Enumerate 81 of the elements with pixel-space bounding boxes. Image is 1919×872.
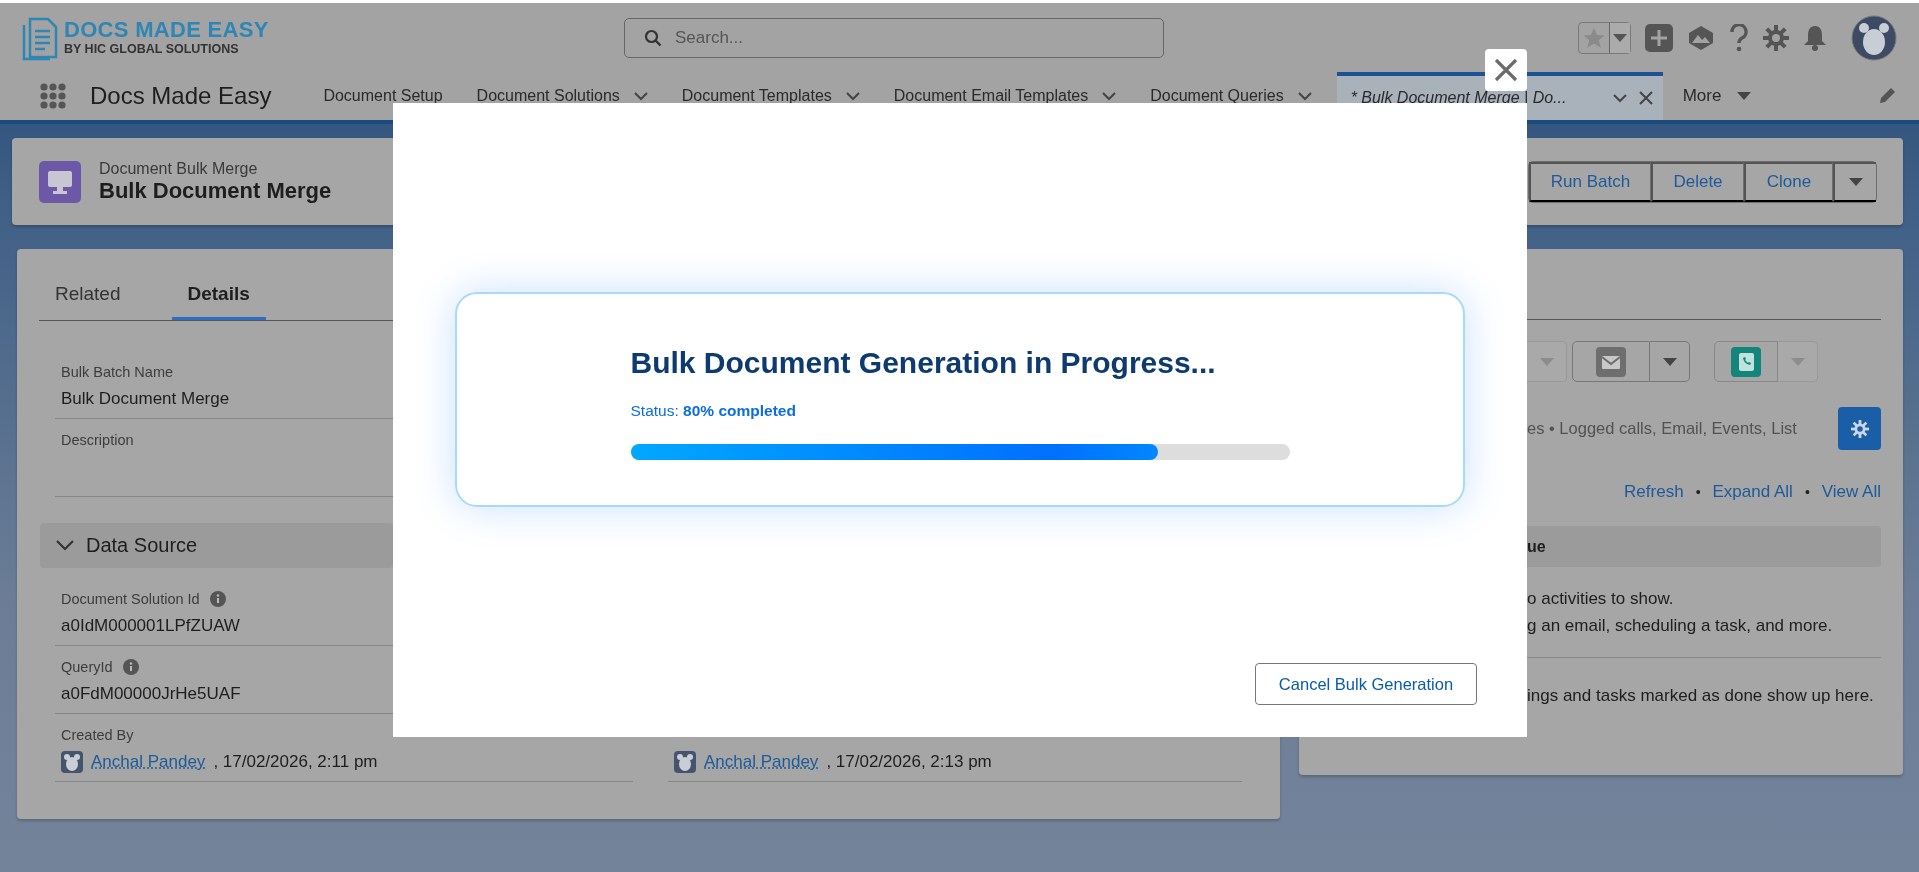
action-button[interactable]: Clone — [1744, 161, 1833, 202]
search-field[interactable]: Search... — [624, 17, 1164, 58]
link[interactable]: Expand All — [1712, 482, 1793, 502]
cancel-button[interactable]: Cancel Bulk Generation — [1255, 663, 1477, 705]
field-value: a0FdM00000JrHe5UAF — [61, 683, 242, 705]
separator-dot: • — [1695, 484, 1701, 500]
empty-message: g an email, scheduling a task, and more. — [1527, 615, 1834, 637]
section-header[interactable]: Data Source — [40, 523, 393, 568]
past-activity-text: ings and tasks marked as done show up here. — [1527, 686, 1875, 706]
user-link[interactable]: Anchal Pandey — [704, 749, 819, 775]
field-label: Description — [61, 431, 134, 450]
caret-icon — [1613, 33, 1627, 42]
more-menu[interactable]: More — [1666, 72, 1768, 120]
add-icon[interactable] — [1645, 23, 1673, 52]
action-button[interactable]: Run Batch — [1529, 161, 1651, 202]
caret-icon — [1539, 357, 1554, 366]
more-actions-button[interactable] — [1833, 161, 1876, 202]
logo-subtitle: BY HIC GLOBAL SOLUTIONS — [64, 43, 240, 56]
tab[interactable]: Related — [39, 275, 137, 317]
dropdown-button[interactable] — [1650, 341, 1690, 382]
field-value: Bulk Document Merge — [61, 388, 231, 410]
avatar-icon — [61, 751, 83, 773]
link[interactable]: Refresh — [1624, 482, 1684, 502]
search-icon — [644, 28, 662, 47]
pencil-icon[interactable] — [1877, 86, 1897, 106]
nav-tab[interactable]: Document Setup — [308, 72, 458, 120]
chevron-icon[interactable] — [633, 91, 648, 101]
date-text: , 17/02/2026, 2:11 pm — [213, 751, 378, 773]
caret-icon — [1737, 92, 1752, 100]
field-label: QueryId — [61, 658, 113, 677]
field-label: Document Solution Id — [61, 590, 200, 609]
separator-dot: • — [1804, 484, 1810, 500]
nav-tab[interactable]: Document Email Templates — [878, 72, 1132, 120]
app-name: Docs Made Easy — [90, 82, 272, 110]
avatar-icon — [674, 751, 696, 773]
link[interactable]: View All — [1821, 482, 1881, 502]
star-icon — [1583, 26, 1605, 49]
monitor-icon — [39, 160, 81, 203]
record-type: Document Bulk Merge — [99, 159, 259, 178]
settings-button[interactable] — [1838, 407, 1881, 450]
field-value: a0IdM000001LPfZUAW — [61, 615, 241, 637]
caret-icon — [1662, 357, 1677, 366]
favorites-menu-button[interactable] — [1609, 22, 1630, 53]
caret-icon — [1848, 177, 1863, 186]
empty-message: o activities to show. — [1527, 588, 1675, 610]
call-button[interactable] — [1714, 341, 1778, 382]
chevron-icon[interactable] — [845, 91, 860, 101]
mail-icon — [1596, 346, 1626, 377]
app-launcher-icon[interactable] — [40, 83, 66, 109]
status-text: Status: 80% completed — [630, 402, 797, 420]
phone-icon — [1731, 346, 1761, 377]
chevron-icon[interactable] — [1612, 93, 1627, 103]
settings-icon — [1850, 419, 1869, 438]
bell-icon[interactable] — [1803, 24, 1827, 51]
tab[interactable]: Details — [171, 275, 266, 320]
progress-title: Bulk Document Generation in Progress... — [630, 346, 1217, 380]
date-text: , 17/02/2026, 2:13 pm — [826, 751, 992, 773]
field-label: Created By — [61, 726, 134, 745]
nav-tab[interactable]: Document Templates — [666, 72, 875, 120]
logo-title: DOCS MADE EASY — [64, 19, 269, 42]
filter-summary: es • Logged calls, Email, Events, List — [1527, 419, 1797, 438]
help-icon[interactable] — [1729, 23, 1749, 52]
group-header[interactable]: ue — [1527, 526, 1881, 567]
info-icon[interactable] — [209, 591, 226, 607]
close-icon — [1494, 58, 1518, 82]
email-button[interactable] — [1572, 341, 1650, 382]
section-title: Data Source — [86, 534, 198, 557]
chevron-icon[interactable] — [1102, 91, 1117, 101]
record-title: Bulk Document Merge — [99, 177, 332, 204]
chevron-icon[interactable] — [1297, 91, 1312, 101]
nav-tab[interactable]: Document Queries — [1135, 72, 1327, 120]
avatar-icon[interactable] — [1851, 14, 1897, 61]
info-icon[interactable] — [122, 659, 139, 675]
field-label: Bulk Batch Name — [61, 363, 174, 382]
chevron-down-icon — [56, 540, 74, 551]
close-icon[interactable] — [1638, 91, 1653, 105]
user-link[interactable]: Anchal Pandey — [91, 749, 206, 775]
close-button[interactable] — [1485, 49, 1527, 91]
caret-icon — [1790, 357, 1805, 366]
mountain-icon[interactable] — [1687, 24, 1715, 51]
nav-tab[interactable]: Document Solutions — [461, 72, 663, 120]
